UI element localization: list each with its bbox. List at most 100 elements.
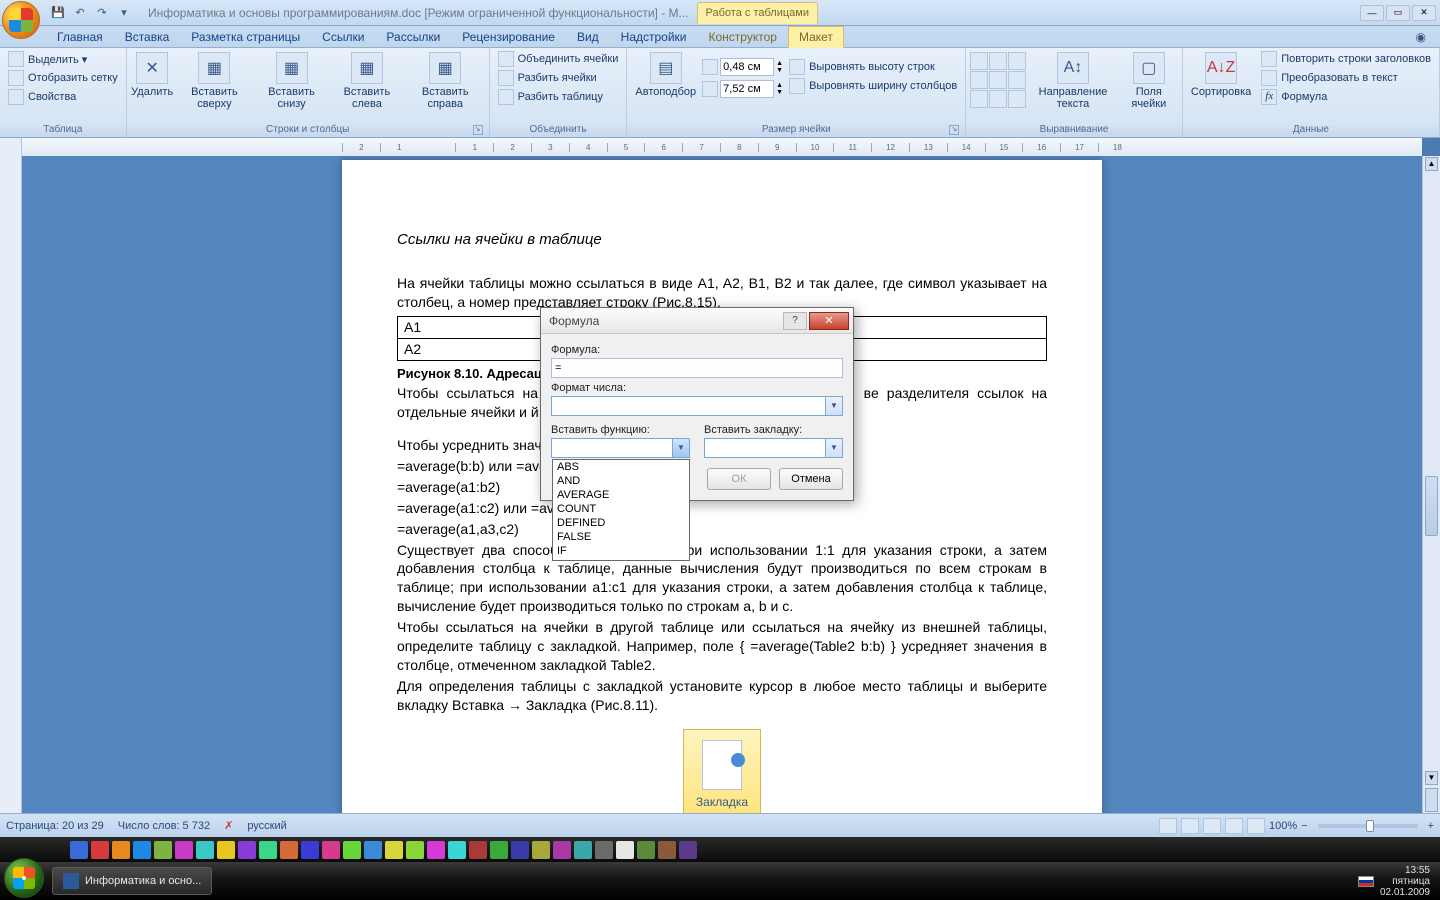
dialog-titlebar[interactable]: Формула ? ✕	[541, 308, 853, 334]
select-button[interactable]: Выделить ▾	[4, 50, 122, 68]
quick-launch-icon[interactable]	[574, 841, 592, 859]
align-mc-icon[interactable]	[989, 71, 1007, 89]
insert-below-button[interactable]: ▦Вставить снизу	[255, 50, 328, 112]
properties-button[interactable]: Свойства	[4, 88, 122, 106]
function-option[interactable]: ABS	[553, 460, 689, 474]
quick-launch-icon[interactable]	[595, 841, 613, 859]
quick-launch-icon[interactable]	[322, 841, 340, 859]
zoom-level[interactable]: 100%	[1269, 820, 1297, 832]
function-option[interactable]: FALSE	[553, 530, 689, 544]
row-height-input[interactable]	[720, 58, 774, 76]
full-screen-view-button[interactable]	[1181, 818, 1199, 834]
tab-insert[interactable]: Вставка	[114, 26, 181, 47]
spellcheck-icon[interactable]: ✗	[224, 819, 233, 832]
undo-icon[interactable]: ↶	[72, 5, 88, 21]
scroll-down-button[interactable]: ▼	[1425, 771, 1438, 785]
zoom-in-button[interactable]: +	[1428, 820, 1434, 832]
tab-page-layout[interactable]: Разметка страницы	[180, 26, 311, 47]
qat-customize-icon[interactable]: ▾	[116, 5, 132, 21]
cell-margins-button[interactable]: ▢Поля ячейки	[1120, 50, 1178, 112]
quick-launch-icon[interactable]	[637, 841, 655, 859]
quick-launch-icon[interactable]	[343, 841, 361, 859]
chevron-down-icon[interactable]: ▼	[825, 397, 842, 415]
tab-view[interactable]: Вид	[566, 26, 610, 47]
outline-view-button[interactable]	[1225, 818, 1243, 834]
zoom-out-button[interactable]: −	[1301, 820, 1307, 832]
insert-bookmark-combo[interactable]: ▼	[704, 438, 843, 458]
tab-design[interactable]: Конструктор	[698, 26, 788, 47]
col-width-input[interactable]	[720, 80, 774, 98]
ok-button[interactable]: ОК	[707, 468, 771, 490]
quick-launch-icon[interactable]	[154, 841, 172, 859]
clock[interactable]: 13:55 пятница 02.01.2009	[1380, 865, 1430, 898]
page-indicator[interactable]: Страница: 20 из 29	[6, 820, 104, 832]
rowscols-launcher[interactable]: ↘	[473, 125, 483, 135]
align-mr-icon[interactable]	[1008, 71, 1026, 89]
distribute-cols-button[interactable]: Выровнять ширину столбцов	[785, 77, 961, 95]
height-spinner[interactable]: ▲▼	[776, 60, 783, 74]
repeat-header-rows-button[interactable]: Повторить строки заголовков	[1257, 50, 1435, 68]
quick-launch-icon[interactable]	[259, 841, 277, 859]
dialog-close-button[interactable]: ✕	[809, 312, 849, 330]
align-tl-icon[interactable]	[970, 52, 988, 70]
restore-button[interactable]: ▭	[1386, 5, 1410, 21]
quick-launch-icon[interactable]	[301, 841, 319, 859]
tab-review[interactable]: Рецензирование	[451, 26, 566, 47]
browse-object-button[interactable]	[1425, 788, 1438, 812]
cellsize-launcher[interactable]: ↘	[949, 125, 959, 135]
start-button[interactable]	[4, 858, 44, 898]
print-layout-view-button[interactable]	[1159, 818, 1177, 834]
align-tr-icon[interactable]	[1008, 52, 1026, 70]
horizontal-ruler[interactable]: 21123456789101112131415161718	[22, 138, 1422, 156]
vertical-ruler[interactable]	[0, 138, 22, 813]
split-table-button[interactable]: Разбить таблицу	[494, 88, 623, 106]
function-option[interactable]: COUNT	[553, 502, 689, 516]
view-gridlines-button[interactable]: Отобразить сетку	[4, 69, 122, 87]
scroll-up-button[interactable]: ▲	[1425, 157, 1438, 171]
quick-launch-icon[interactable]	[679, 841, 697, 859]
quick-launch-icon[interactable]	[91, 841, 109, 859]
ribbon-help-icon[interactable]: ◉	[1410, 27, 1432, 47]
save-icon[interactable]: 💾	[50, 5, 66, 21]
formula-input[interactable]	[551, 358, 843, 378]
chevron-down-icon[interactable]: ▼	[672, 439, 689, 457]
quick-launch-icon[interactable]	[448, 841, 466, 859]
autofit-button[interactable]: ▤Автоподбор	[631, 50, 700, 100]
insert-function-combo[interactable]: ▼ ABSANDAVERAGECOUNTDEFINEDFALSEIFINT	[551, 438, 690, 458]
tab-references[interactable]: Ссылки	[311, 26, 375, 47]
vertical-scrollbar[interactable]: ▲ ▼	[1422, 156, 1440, 813]
quick-launch-icon[interactable]	[217, 841, 235, 859]
cancel-button[interactable]: Отмена	[779, 468, 843, 490]
quick-launch-icon[interactable]	[616, 841, 634, 859]
insert-left-button[interactable]: ▦Вставить слева	[330, 50, 404, 112]
function-option[interactable]: IF	[553, 544, 689, 558]
minimize-button[interactable]: —	[1360, 5, 1384, 21]
convert-to-text-button[interactable]: Преобразовать в текст	[1257, 69, 1435, 87]
tab-layout[interactable]: Макет	[788, 26, 844, 48]
chevron-down-icon[interactable]: ▼	[825, 439, 842, 457]
language-indicator[interactable]: русский	[247, 820, 286, 832]
function-option[interactable]: DEFINED	[553, 516, 689, 530]
quick-launch-icon[interactable]	[385, 841, 403, 859]
formula-button[interactable]: fxФормула	[1257, 88, 1435, 106]
office-button[interactable]	[2, 1, 40, 39]
delete-button[interactable]: ✕Удалить	[131, 50, 174, 100]
quick-launch-icon[interactable]	[112, 841, 130, 859]
zoom-slider[interactable]	[1318, 824, 1418, 828]
redo-icon[interactable]: ↷	[94, 5, 110, 21]
function-option[interactable]: INT	[553, 558, 689, 561]
word-count[interactable]: Число слов: 5 732	[118, 820, 210, 832]
taskbar-app-word[interactable]: Информатика и осно...	[52, 867, 212, 895]
quick-launch-icon[interactable]	[406, 841, 424, 859]
tab-addins[interactable]: Надстройки	[610, 26, 698, 47]
quick-launch-icon[interactable]	[364, 841, 382, 859]
text-direction-button[interactable]: A↕Направление текста	[1028, 50, 1117, 112]
align-tc-icon[interactable]	[989, 52, 1007, 70]
quick-launch-icon[interactable]	[238, 841, 256, 859]
align-bc-icon[interactable]	[989, 90, 1007, 108]
close-button[interactable]: ✕	[1412, 5, 1436, 21]
number-format-combo[interactable]: ▼	[551, 396, 843, 416]
zoom-slider-thumb[interactable]	[1366, 820, 1374, 832]
align-ml-icon[interactable]	[970, 71, 988, 89]
tab-home[interactable]: Главная	[46, 26, 114, 47]
